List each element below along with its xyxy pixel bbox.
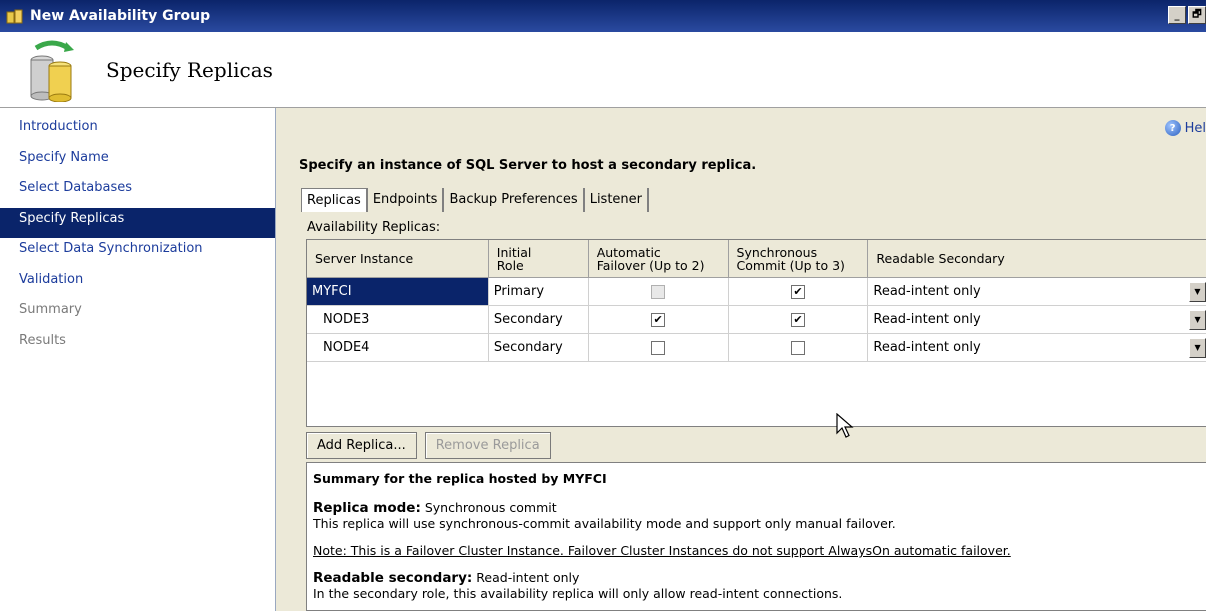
replicas-grid: Server Instance Initial Role Automatic F… <box>306 239 1206 427</box>
replica-mode-description: This replica will use synchronous-commit… <box>313 516 896 531</box>
nav-item-select-data-synchronization[interactable]: Select Data Synchronization <box>0 238 275 269</box>
automatic-failover-checkbox <box>651 284 666 299</box>
readable-secondary-summary-value: Read-intent only <box>476 570 580 585</box>
instruction-text: Specify an instance of SQL Server to hos… <box>299 158 757 173</box>
replica-mode-label: Replica mode: <box>313 500 421 516</box>
server-instance-cell[interactable]: MYFCI <box>307 278 489 305</box>
replica-mode-value: Synchronous commit <box>424 500 557 515</box>
help-label: Hel <box>1184 120 1206 136</box>
wizard-nav: Introduction Specify Name Select Databas… <box>0 108 276 611</box>
readable-secondary-value[interactable]: Read-intent only <box>873 340 980 355</box>
summary-title: Summary for the replica hosted by MYFCI <box>313 471 607 486</box>
chevron-down-icon[interactable]: ▼ <box>1189 337 1206 358</box>
tab-endpoints[interactable]: Endpoints <box>368 188 445 212</box>
remove-replica-button: Remove Replica <box>424 432 551 459</box>
replica-summary-panel: Summary for the replica hosted by MYFCI … <box>306 462 1206 611</box>
readable-secondary-label: Readable secondary: <box>313 570 473 586</box>
column-header-server-instance[interactable]: Server Instance <box>307 240 489 277</box>
chevron-down-icon[interactable]: ▼ <box>1189 281 1206 302</box>
nav-item-summary: Summary <box>19 302 82 317</box>
page-title: Specify Replicas <box>106 57 273 82</box>
table-row[interactable]: NODE4 Secondary Read-intent only ▼ <box>307 334 1206 362</box>
minimize-button[interactable]: _ <box>1168 6 1186 24</box>
grid-header: Server Instance Initial Role Automatic F… <box>307 240 1206 278</box>
mouse-cursor-icon <box>836 413 854 438</box>
title-bar: New Availability Group _ 🗗 <box>0 0 1206 32</box>
wizard-header: Specify Replicas <box>0 32 1206 108</box>
initial-role-cell: Secondary <box>489 334 589 361</box>
synchronous-commit-checkbox[interactable]: ✔ <box>790 284 805 299</box>
table-row[interactable]: NODE3 Secondary ✔ ✔ Read-intent only ▼ <box>307 306 1206 334</box>
add-replica-button[interactable]: Add Replica... <box>306 432 417 459</box>
tab-replicas[interactable]: Replicas <box>301 188 368 212</box>
tab-listener[interactable]: Listener <box>585 188 650 212</box>
column-header-automatic-failover[interactable]: Automatic Failover (Up to 2) <box>589 240 729 277</box>
replica-buttons: Add Replica... Remove Replica <box>306 432 551 459</box>
column-header-synchronous-commit[interactable]: Synchronous Commit (Up to 3) <box>729 240 869 277</box>
readable-secondary-value[interactable]: Read-intent only <box>873 284 980 299</box>
database-replicas-icon <box>30 40 74 102</box>
nav-item-select-databases[interactable]: Select Databases <box>0 177 275 208</box>
synchronous-commit-checkbox[interactable]: ✔ <box>790 312 805 327</box>
nav-item-specify-replicas[interactable]: Specify Replicas <box>0 207 275 238</box>
nav-item-introduction[interactable]: Introduction <box>0 116 275 147</box>
help-link[interactable]: ? Hel <box>1164 120 1206 136</box>
automatic-failover-checkbox[interactable]: ✔ <box>651 312 666 327</box>
nav-item-specify-name[interactable]: Specify Name <box>0 147 275 178</box>
server-instance-cell[interactable]: NODE4 <box>307 334 489 361</box>
synchronous-commit-checkbox[interactable] <box>790 340 805 355</box>
chevron-down-icon[interactable]: ▼ <box>1189 309 1206 330</box>
initial-role-cell: Primary <box>489 278 589 305</box>
availability-replicas-label: Availability Replicas: <box>307 220 441 235</box>
help-icon: ? <box>1164 120 1181 136</box>
column-header-readable-secondary[interactable]: Readable Secondary <box>868 240 1206 277</box>
fci-note: Note: This is a Failover Cluster Instanc… <box>313 543 1011 558</box>
nav-item-results: Results <box>19 332 66 348</box>
column-header-initial-role[interactable]: Initial Role <box>489 240 589 277</box>
server-instance-cell[interactable]: NODE3 <box>307 306 489 333</box>
window-title: New Availability Group <box>30 8 211 24</box>
app-icon <box>6 9 23 24</box>
tab-backup-preferences[interactable]: Backup Preferences <box>444 188 585 212</box>
nav-item-validation[interactable]: Validation <box>0 269 275 300</box>
restore-button[interactable]: 🗗 <box>1188 6 1206 24</box>
main-panel: ? Hel Specify an instance of SQL Server … <box>277 108 1206 611</box>
readable-secondary-description: In the secondary role, this availability… <box>313 586 843 601</box>
table-row[interactable]: MYFCI Primary ✔ Read-intent only ▼ <box>307 278 1206 306</box>
readable-secondary-value[interactable]: Read-intent only <box>873 312 980 327</box>
initial-role-cell: Secondary <box>489 306 589 333</box>
automatic-failover-checkbox[interactable] <box>651 340 666 355</box>
tab-strip: Replicas Endpoints Backup Preferences Li… <box>301 188 650 212</box>
